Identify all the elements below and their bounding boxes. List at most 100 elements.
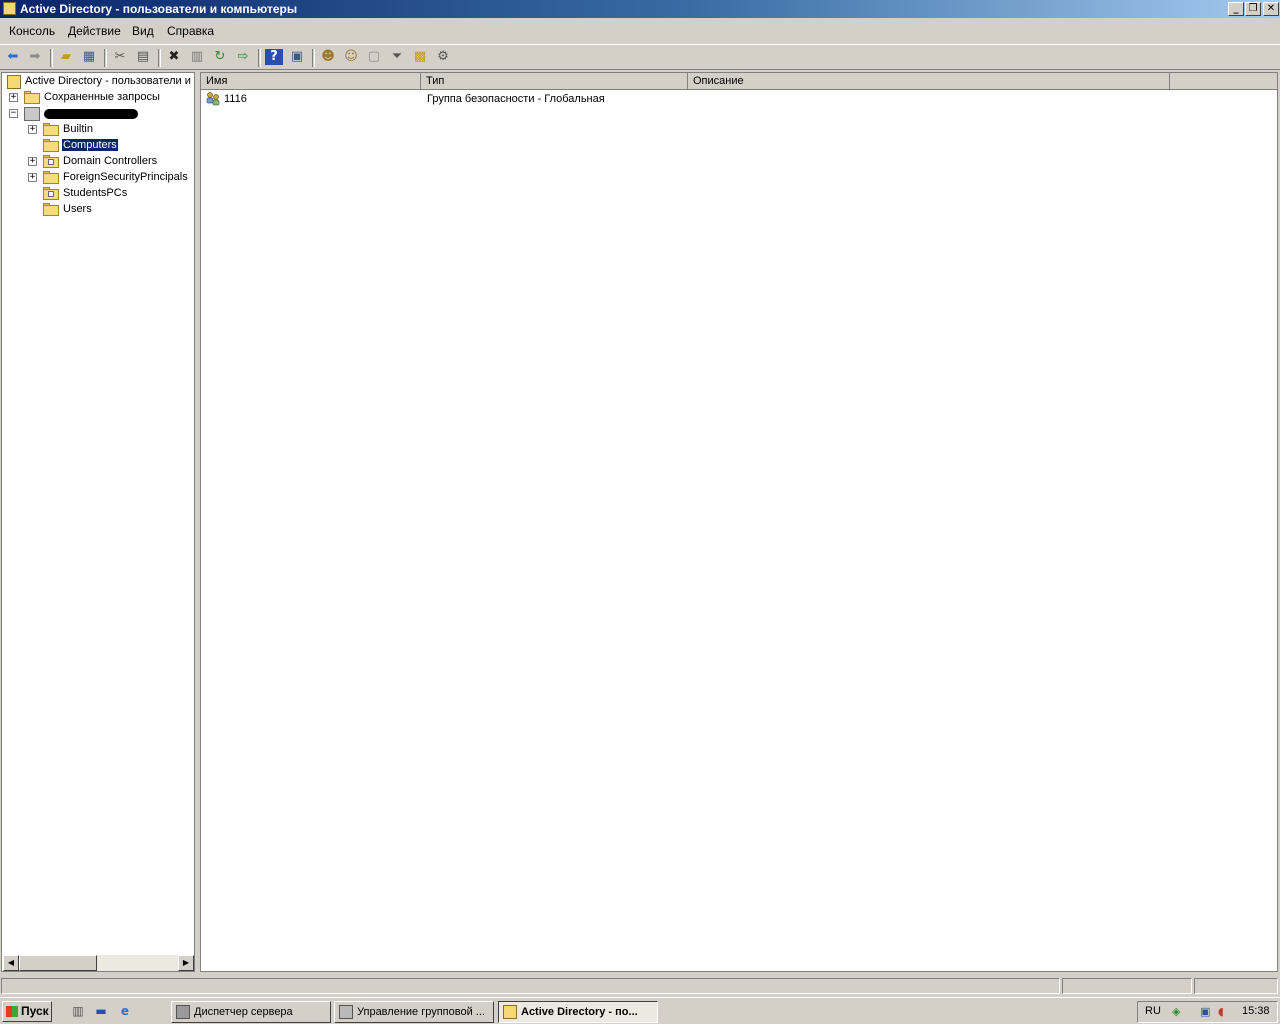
- status-panel-main: [1, 978, 1060, 994]
- help-icon[interactable]: ?: [265, 49, 283, 65]
- taskbar-button-group-policy[interactable]: Управление групповой ...: [334, 1001, 494, 1023]
- table-row[interactable]: 1116 Группа безопасности - Глобальная: [201, 91, 1277, 108]
- status-panel: [1062, 978, 1192, 994]
- security-shield-icon[interactable]: ◈: [1172, 1005, 1180, 1018]
- tree-horizontal-scrollbar[interactable]: ◀ ▶: [3, 955, 194, 971]
- folder-icon: [43, 203, 59, 216]
- close-button[interactable]: ✕: [1263, 2, 1279, 16]
- restore-button[interactable]: ❐: [1245, 2, 1261, 16]
- collapse-icon[interactable]: −: [9, 109, 18, 118]
- expand-icon[interactable]: +: [28, 173, 37, 182]
- show-hide-tree-icon[interactable]: ▦: [80, 49, 98, 65]
- back-arrow-icon[interactable]: ⬅: [4, 49, 22, 65]
- tree-root-label[interactable]: Active Directory - пользователи и: [24, 75, 192, 87]
- column-header-filler: [1170, 73, 1277, 90]
- menu-bar: Консоль Действие Вид Справка: [0, 20, 1280, 42]
- start-button[interactable]: Пуск: [2, 1001, 52, 1022]
- new-user-icon[interactable]: ☻: [319, 49, 337, 65]
- clock[interactable]: 15:38: [1242, 1005, 1270, 1017]
- domain-icon: [24, 107, 40, 121]
- server-manager-icon: [176, 1005, 190, 1019]
- network-icon[interactable]: ▣: [1200, 1005, 1210, 1018]
- show-desktop-icon[interactable]: ▬: [93, 1003, 109, 1019]
- status-bar: [0, 976, 1280, 996]
- task-label: Управление групповой ...: [357, 1006, 485, 1018]
- forward-arrow-icon[interactable]: ➡: [26, 49, 44, 65]
- toolbar-separator: [258, 49, 261, 67]
- tree-root[interactable]: Active Directory - пользователи и: [2, 74, 194, 90]
- tree-item-foreign-security-principals[interactable]: + ForeignSecurityPrincipals: [2, 170, 194, 186]
- tree-item-label[interactable]: Domain Controllers: [62, 155, 158, 167]
- tree-item-builtin[interactable]: + Builtin: [2, 122, 194, 138]
- ou-badge-icon: [48, 159, 54, 165]
- system-tray: ◈ ▣ ◖ 15:38: [1137, 1001, 1278, 1023]
- internet-explorer-icon[interactable]: e: [117, 1003, 133, 1019]
- scrollbar-thumb[interactable]: [19, 955, 97, 971]
- details-list[interactable]: Имя Тип Описание 1116 Группа безопасност…: [200, 72, 1278, 972]
- up-folder-icon[interactable]: ▰: [57, 49, 75, 65]
- add-to-group-icon[interactable]: ⚙: [434, 49, 452, 65]
- expand-icon[interactable]: +: [28, 125, 37, 134]
- tree-item-domain[interactable]: −: [2, 106, 194, 122]
- copy-icon[interactable]: ▤: [134, 49, 152, 65]
- menu-console[interactable]: Консоль: [9, 24, 55, 38]
- tree-item-label[interactable]: StudentsPCs: [62, 187, 128, 199]
- task-label: Диспетчер сервера: [194, 1006, 293, 1018]
- toolbar: ⬅ ➡ ▰ ▦ ✂ ▤ ✖ ▥ ↻ ⇨ ? ▣ ☻ ☺ ▢ ⏷ ▩ ⚙: [0, 44, 1280, 70]
- status-panel: [1194, 978, 1278, 994]
- console-tree[interactable]: Active Directory - пользователи и + Сохр…: [1, 72, 195, 972]
- show-hide-action-pane-icon[interactable]: ▣: [288, 49, 306, 65]
- window-title: Active Directory - пользователи и компью…: [20, 2, 298, 16]
- taskbar-button-active-directory[interactable]: Active Directory - по...: [498, 1001, 658, 1023]
- new-group-icon[interactable]: ☺: [342, 49, 360, 65]
- tree-item-label-selected[interactable]: Computers: [62, 139, 118, 151]
- taskbar: Пуск ▥ ▬ e Диспетчер сервера Управление …: [0, 997, 1280, 1024]
- toolbar-separator: [312, 49, 315, 67]
- volume-muted-icon[interactable]: ◖: [1218, 1005, 1224, 1018]
- taskbar-button-server-manager[interactable]: Диспетчер сервера: [171, 1001, 331, 1023]
- expand-icon[interactable]: +: [28, 157, 37, 166]
- task-label: Active Directory - по...: [521, 1006, 638, 1018]
- tree-item-computers[interactable]: Computers: [2, 138, 194, 154]
- menu-help[interactable]: Справка: [167, 24, 214, 38]
- tree-item-label[interactable]: ForeignSecurityPrincipals: [62, 171, 189, 183]
- column-header-type[interactable]: Тип: [421, 73, 688, 90]
- redacted-domain-name: [44, 109, 138, 119]
- refresh-icon[interactable]: ↻: [211, 49, 229, 65]
- app-icon[interactable]: [3, 2, 16, 15]
- snapin-icon: [7, 75, 21, 89]
- new-ou-icon[interactable]: ▢: [365, 49, 383, 65]
- security-group-icon: [206, 92, 220, 106]
- row-name: 1116: [224, 93, 247, 105]
- properties-icon[interactable]: ▥: [188, 49, 206, 65]
- scroll-right-icon[interactable]: ▶: [178, 955, 194, 971]
- menu-action[interactable]: Действие: [68, 24, 121, 38]
- toolbar-separator: [50, 49, 53, 67]
- tree-item-domain-controllers[interactable]: + Domain Controllers: [2, 154, 194, 170]
- tree-item-students-pcs[interactable]: StudentsPCs: [2, 186, 194, 202]
- windows-logo-icon: [6, 1006, 18, 1017]
- scroll-left-icon[interactable]: ◀: [3, 955, 19, 971]
- delete-icon[interactable]: ✖: [165, 49, 183, 65]
- filter-icon[interactable]: ⏷: [388, 49, 406, 65]
- expand-icon[interactable]: +: [9, 93, 18, 102]
- tree-item-saved-queries[interactable]: + Сохраненные запросы: [2, 90, 194, 106]
- tree-item-label[interactable]: Сохраненные запросы: [43, 91, 161, 103]
- folder-icon: [43, 171, 59, 184]
- menu-view[interactable]: Вид: [132, 24, 154, 38]
- folder-icon: [43, 139, 59, 152]
- minimize-button[interactable]: _: [1228, 2, 1244, 16]
- folder-icon: [43, 123, 59, 136]
- find-icon[interactable]: ▩: [411, 49, 429, 65]
- folder-icon: [24, 91, 40, 104]
- title-bar[interactable]: Active Directory - пользователи и компью…: [0, 0, 1280, 18]
- tree-item-users[interactable]: Users: [2, 202, 194, 218]
- tree-item-label[interactable]: Builtin: [62, 123, 94, 135]
- export-list-icon[interactable]: ⇨: [234, 49, 252, 65]
- column-header-description[interactable]: Описание: [688, 73, 1170, 90]
- server-manager-icon[interactable]: ▥: [70, 1003, 86, 1019]
- cut-icon[interactable]: ✂: [111, 49, 129, 65]
- row-type: Группа безопасности - Глобальная: [427, 93, 605, 105]
- tree-item-label[interactable]: Users: [62, 203, 93, 215]
- column-header-name[interactable]: Имя: [201, 73, 421, 90]
